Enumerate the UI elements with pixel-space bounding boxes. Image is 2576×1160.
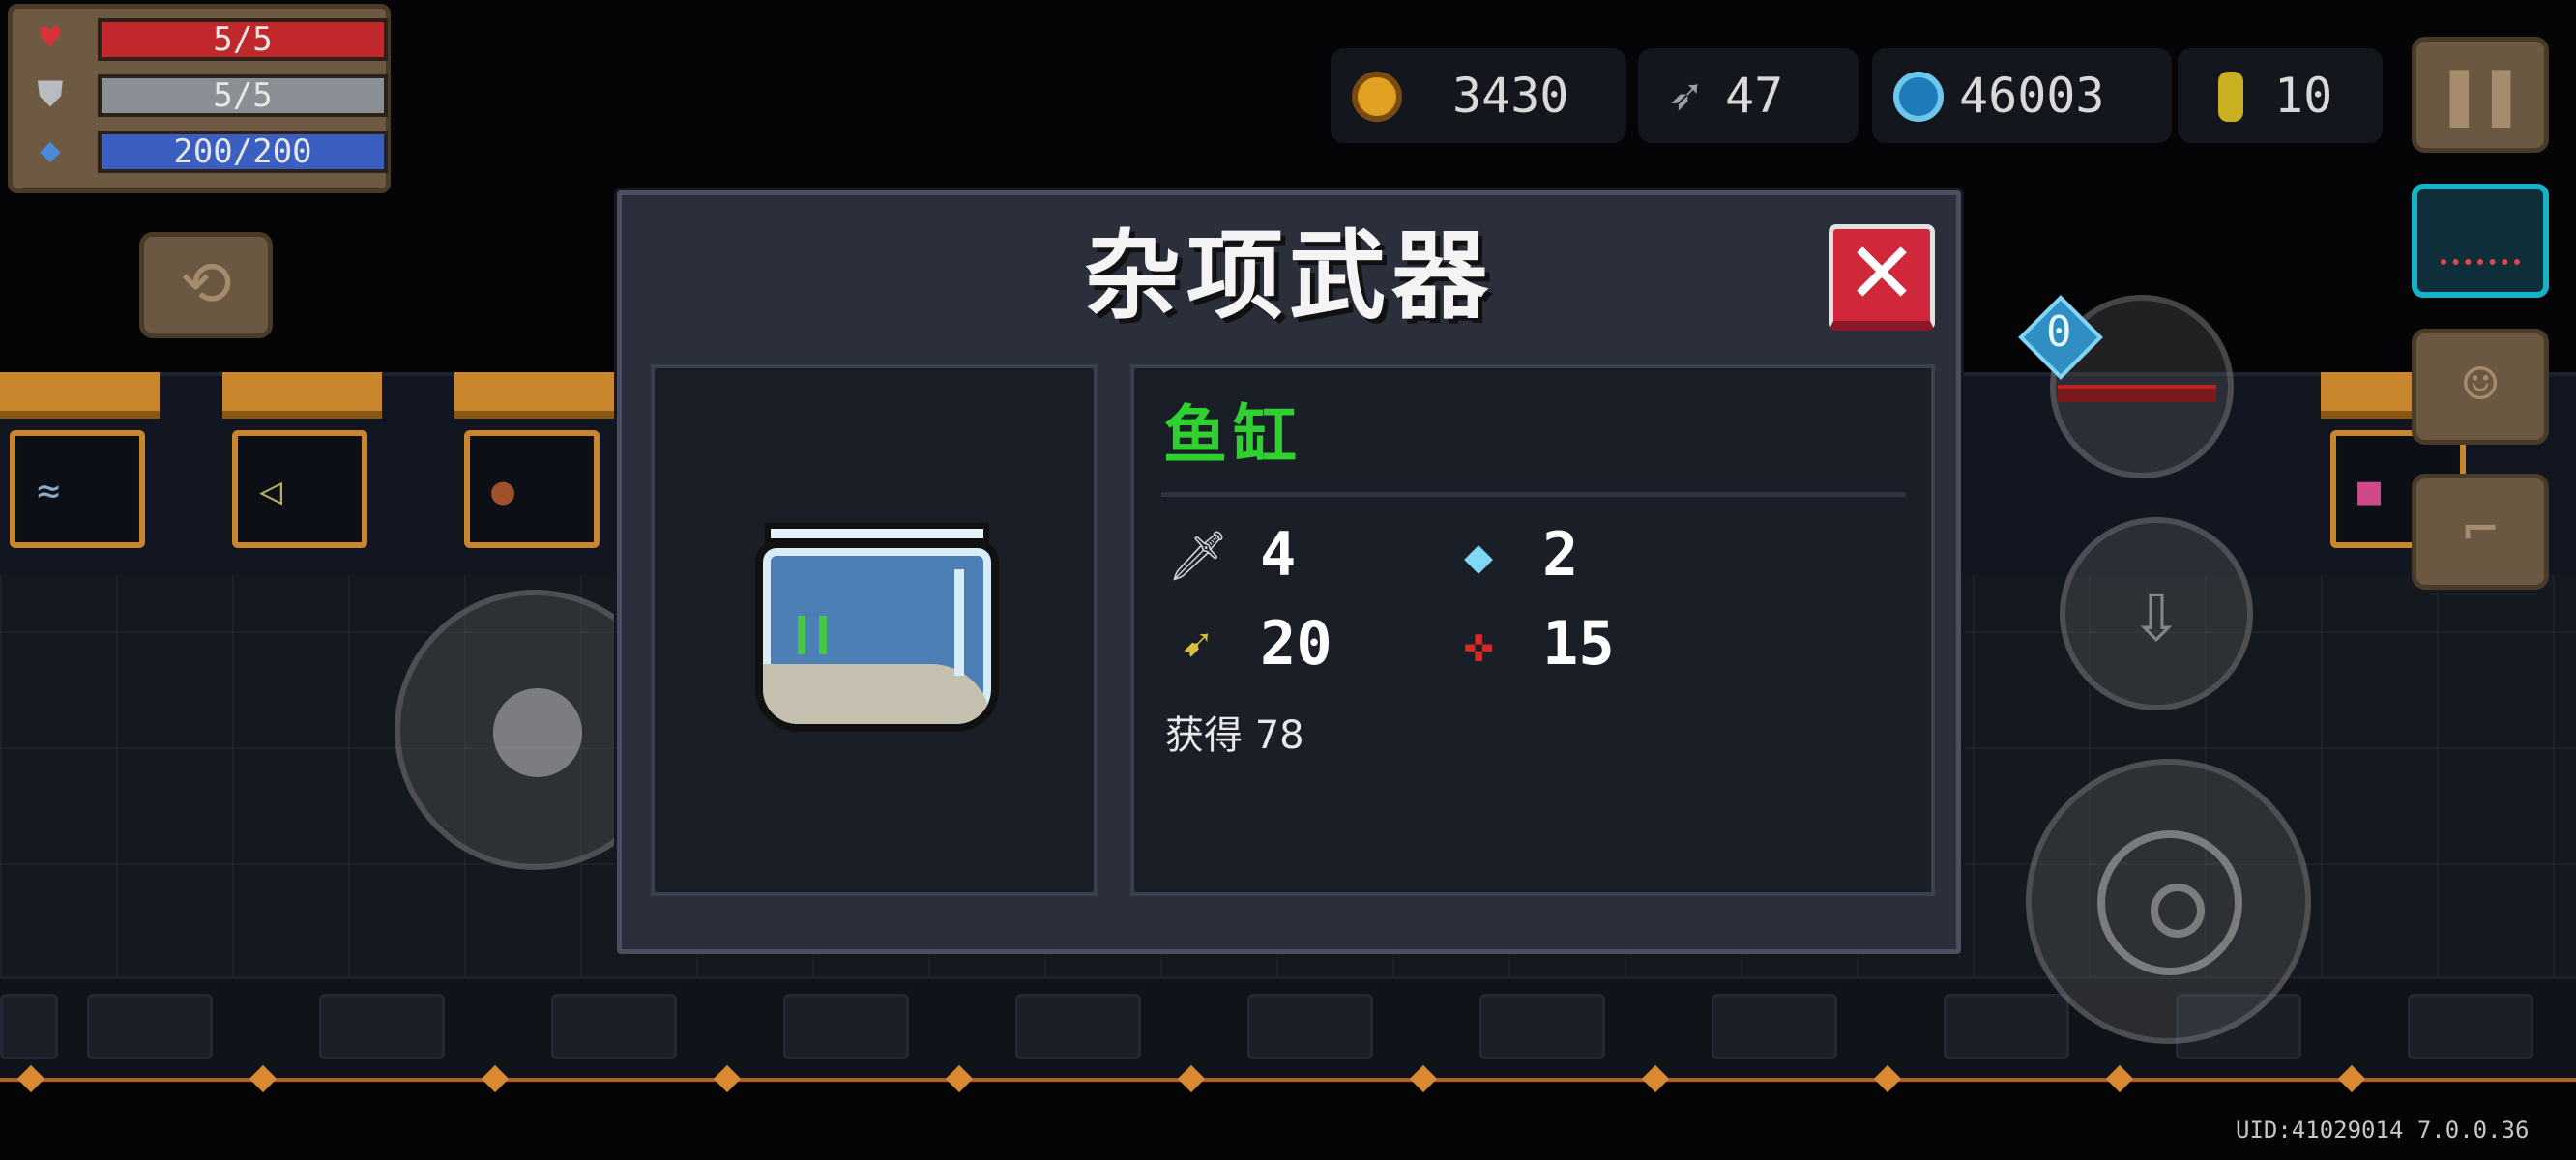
swap-weapon-button[interactable]: ⟲ — [139, 232, 273, 338]
floor-tile — [551, 994, 677, 1059]
arrow-down-icon: ⇩ — [2129, 562, 2183, 663]
floor-rail — [0, 1078, 2576, 1082]
health-text: 5/5 — [213, 20, 273, 59]
floor-tile — [0, 994, 58, 1059]
stairs-button[interactable]: ⌐ — [2412, 474, 2549, 590]
fish-value: 47 — [1725, 68, 1784, 124]
fish-weapon-icon: ≈ — [37, 469, 61, 513]
acquired-label: 获得 — [1165, 713, 1243, 758]
crosshair-icon — [2097, 830, 2242, 975]
player-stats-panel: ♥ 5/5 ⛊ 5/5 ◆ 200/200 — [8, 4, 391, 193]
acquired-value: 78 — [1254, 713, 1304, 758]
token-value: 10 — [2274, 68, 2333, 124]
stairs-icon: ⌐ — [2462, 496, 2499, 564]
drop-weapon-button[interactable]: ⇩ — [2060, 517, 2253, 710]
weapon-shelf: ● — [454, 372, 614, 556]
gem-counter: 46003 — [1872, 48, 2172, 143]
floor-tile — [1944, 994, 2069, 1059]
equipped-weapon-icon — [2058, 385, 2216, 402]
armor-row: ⛊ 5/5 — [22, 72, 388, 117]
close-button[interactable]: ✕ — [1829, 224, 1935, 331]
floor-tile — [2408, 994, 2533, 1059]
diamond-icon: ◆ — [40, 130, 61, 170]
token-counter: 10 — [2178, 48, 2383, 143]
swap-icon: ⟲ — [180, 248, 232, 320]
item-preview-pane — [651, 364, 1098, 896]
floor-tile — [1015, 994, 1141, 1059]
acquired-count: 获得 78 — [1165, 711, 1304, 760]
health-row: ♥ 5/5 — [22, 16, 388, 61]
damage-value: 4 — [1260, 519, 1297, 590]
accuracy-value: 15 — [1542, 608, 1615, 679]
gem-value: 46003 — [1959, 68, 2105, 124]
floor-tile — [87, 994, 213, 1059]
pause-button[interactable]: ❚❚ — [2412, 37, 2549, 153]
floor-tile — [1247, 994, 1373, 1059]
floor-tile — [783, 994, 909, 1059]
heart-icon: ♥ — [40, 18, 61, 58]
profile-button[interactable]: ☺ — [2412, 329, 2549, 445]
attack-button[interactable] — [2026, 759, 2311, 1044]
sword-icon: 🗡 — [1167, 528, 1229, 584]
drumstick-weapon-icon: ● — [491, 469, 515, 513]
close-icon: ✕ — [1846, 223, 1917, 323]
blue-gem-icon — [1893, 72, 1944, 122]
joystick-knob[interactable] — [493, 688, 582, 777]
token-icon — [2218, 72, 2243, 122]
fish-counter: ➶ 47 — [1638, 48, 1859, 143]
armor-bar: 5/5 — [98, 74, 388, 117]
uid-version-label: UID:41029014 7.0.0.36 — [2236, 1116, 2530, 1144]
gold-counter: 3430 — [1331, 48, 1626, 143]
weapon-shelf: ◁ — [222, 372, 382, 556]
item-info-pane: 鱼缸 🗡 4 ◆ 2 ➹ 20 ✜ 15 获得 78 — [1130, 364, 1935, 896]
energy-cost-value: 2 — [1542, 519, 1579, 590]
horn-weapon-icon: ◁ — [259, 469, 283, 513]
health-bar: 5/5 — [98, 18, 388, 61]
skill-cost-value: 0 — [2046, 307, 2072, 357]
energy-crystal-icon: ◆ — [1463, 528, 1494, 584]
armor-text: 5/5 — [213, 76, 273, 115]
energy-row: ◆ 200/200 — [22, 129, 388, 173]
profile-icon: ☺ — [2462, 351, 2499, 419]
weapon-shelf: ≈ — [0, 372, 160, 556]
crit-value: 20 — [1260, 608, 1332, 679]
shield-icon: ⛊ — [37, 74, 64, 114]
weapon-detail-dialog: 杂项武器 ✕ 鱼缸 🗡 4 ◆ 2 ➹ 20 ✜ 15 获得 78 — [617, 190, 1961, 954]
pause-icon: ❚❚ — [2438, 52, 2523, 133]
floor-tile — [319, 994, 445, 1059]
energy-bar: 200/200 — [98, 130, 388, 173]
gift-box-icon: ■ — [2357, 469, 2382, 513]
fishbowl-icon — [755, 523, 999, 732]
divider — [1161, 492, 1906, 497]
fish-icon: ➶ — [1668, 65, 1701, 128]
energy-text: 200/200 — [173, 132, 312, 171]
chat-button[interactable] — [2412, 184, 2549, 298]
item-name: 鱼缸 — [1163, 398, 1303, 473]
dialog-title: 杂项武器 — [1084, 219, 1494, 333]
chat-face-icon — [2441, 217, 2520, 265]
crit-knife-icon: ➹ — [1181, 617, 1212, 673]
floor-tile — [1479, 994, 1605, 1059]
crosshair-icon: ✜ — [1463, 617, 1494, 673]
gold-value: 3430 — [1452, 68, 1569, 124]
gold-coin-icon — [1352, 72, 1402, 122]
floor-tile — [1712, 994, 1837, 1059]
